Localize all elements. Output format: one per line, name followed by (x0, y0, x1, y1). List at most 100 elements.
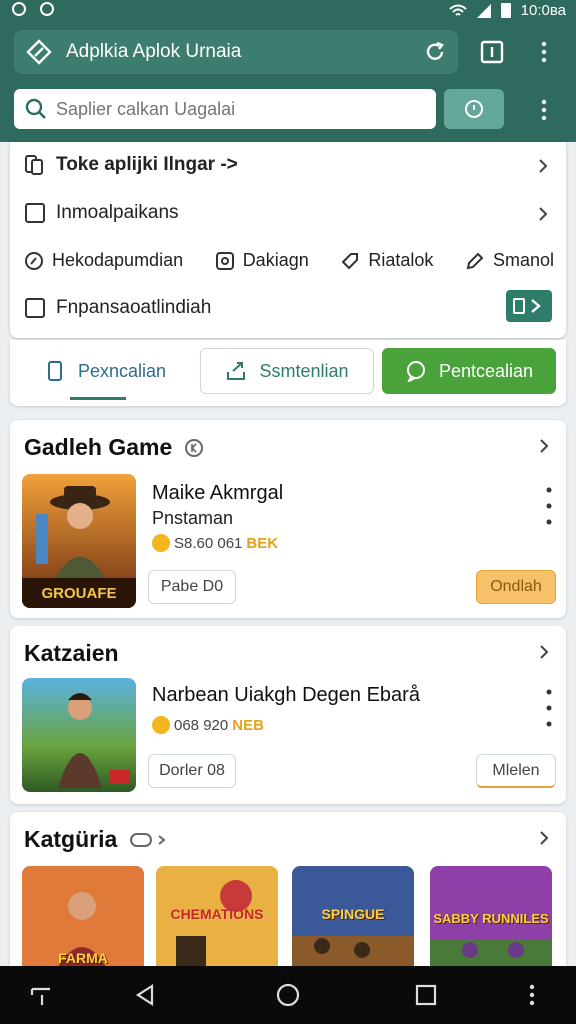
app-logo-icon (26, 39, 52, 65)
price-tag: NEB (232, 716, 264, 734)
system-nav-bar (0, 966, 576, 1024)
overview-icon[interactable] (414, 983, 438, 1007)
tab-3-label: Pentcealian (438, 360, 534, 381)
price-value: 068 920 (174, 716, 229, 734)
app-header: Adplkia Aplok Urnaia (0, 22, 576, 142)
chat-icon (406, 361, 425, 382)
active-tab-indicator (70, 397, 126, 400)
battery-icon (500, 3, 511, 18)
search-input[interactable] (56, 98, 416, 120)
chip-1[interactable]: Hekodapumdian (24, 250, 183, 271)
star-icon (152, 716, 170, 734)
go-button[interactable] (506, 290, 552, 322)
category-label: FARMA (58, 950, 108, 966)
menu-row-4-label: Fnpansaoatlindiah (56, 297, 212, 318)
section-title: Katzaien (24, 640, 119, 667)
section-title: Katgüria (24, 826, 169, 853)
menu-row-apps[interactable]: Toke aplijki Ilngar -> (24, 154, 238, 176)
checkbox-icon[interactable] (24, 202, 46, 224)
checkbox-icon[interactable] (24, 297, 46, 319)
price-value: S8.60 061 (174, 534, 243, 552)
more-options-icon[interactable] (546, 486, 552, 526)
home-icon[interactable] (276, 983, 300, 1007)
menu-row-2[interactable]: Inmoalpaikans (24, 202, 179, 224)
more-icon[interactable] (531, 39, 557, 65)
overflow-menu-icon[interactable] (531, 97, 557, 123)
primary-button[interactable]: Mlelen (476, 754, 556, 788)
signal-icon (476, 3, 491, 18)
chip-4[interactable]: Smanol (465, 250, 554, 271)
image-icon (215, 251, 234, 270)
notification-icon (12, 2, 26, 16)
category-game-card: Katzaien Narbean Uiakgh Degen Ebarå 068 … (10, 626, 566, 804)
chevron-right-icon[interactable] (536, 830, 552, 846)
tab-3[interactable]: Pentcealian (382, 348, 556, 394)
download-button[interactable]: Ondlah (476, 570, 556, 604)
chip-2-label: Dakiagn (242, 250, 309, 270)
secondary-button[interactable]: Pabe D0 (148, 570, 236, 604)
category-label: CHEMATIONS (170, 906, 264, 922)
category-art-image (156, 866, 278, 978)
section-2-title: Katzaien (24, 640, 119, 666)
tab-1[interactable]: Pexncalian (20, 348, 190, 400)
section-3-title: Katgüria (24, 826, 118, 852)
compass-icon (25, 251, 43, 270)
game-art-image (22, 678, 136, 792)
secondary-button[interactable]: Dorler 08 (148, 754, 236, 788)
filter-chips: Hekodapumdian Dakiagn Riatalok Smanol (24, 250, 554, 271)
tab-bar: Pexncalian Ssmtenlian Pentcealian (10, 340, 566, 406)
game-art-image: GROUAFE (22, 474, 136, 608)
category-tile-3[interactable]: SPINGUE (292, 866, 414, 978)
category-tile-2[interactable]: CHEMATIONS (156, 866, 278, 978)
more-options-icon[interactable] (546, 688, 552, 728)
search-bar (14, 89, 436, 129)
nav-more-icon[interactable] (520, 983, 544, 1007)
reload-icon[interactable] (422, 39, 448, 65)
recent-apps-icon[interactable] (30, 983, 54, 1007)
menu-row-4[interactable]: Fnpansaoatlindiah (24, 297, 211, 319)
menu-card: Toke aplijki Ilngar -> Inmoalpaikans Hek… (10, 142, 566, 338)
voice-search-button[interactable] (444, 89, 504, 129)
clock: 10:0ва (520, 2, 566, 19)
share-icon (227, 362, 246, 380)
tabs-icon[interactable] (479, 39, 505, 65)
search-icon (25, 98, 46, 119)
categories-card: Katgüria FARMA CHEMATIONS SPINGUE SABBY … (10, 812, 566, 982)
category-label: SABBY RUNNILES (433, 911, 549, 926)
featured-game-card: Gadleh Game GROUAFE Maike Akmrgal Pnstam… (10, 420, 566, 618)
phone-icon (47, 361, 62, 381)
category-label: SPINGUE (321, 906, 385, 922)
section-1-title: Gadleh Game (24, 434, 173, 460)
gamepad-icon (130, 832, 166, 847)
game-title: Maike Akmrgal (152, 482, 284, 504)
settings-notification-icon (40, 2, 54, 16)
game-price: 068 920 NEB (152, 716, 264, 734)
chevron-right-icon[interactable] (536, 644, 552, 660)
tab-2-label: Ssmtenlian (259, 360, 349, 381)
url-bar[interactable]: Adplkia Aplok Urnaia (14, 30, 458, 74)
category-tile-4[interactable]: SABBY RUNNILES (430, 866, 552, 978)
chip-2[interactable]: Dakiagn (215, 250, 309, 271)
chip-3-label: Riatalok (368, 250, 434, 270)
category-art-image (292, 866, 414, 978)
game-title: Narbean Uiakgh Degen Ebarå (152, 684, 420, 706)
apps-icon (25, 155, 43, 175)
chevron-right-icon[interactable] (536, 159, 550, 173)
game-thumbnail[interactable] (22, 678, 136, 792)
section-title: Gadleh Game (24, 434, 204, 461)
thumb-caption: GROUAFE (42, 585, 117, 602)
tab-2[interactable]: Ssmtenlian (200, 348, 374, 394)
url-title: Adplkia Aplok Urnaia (66, 41, 242, 62)
coin-icon (152, 534, 170, 552)
chevron-right-icon[interactable] (536, 207, 550, 221)
category-tile-1[interactable]: FARMA (22, 866, 144, 978)
chip-3[interactable]: Riatalok (340, 250, 433, 271)
chevron-right-icon[interactable] (536, 438, 552, 454)
tab-1-label: Pexncalian (77, 360, 167, 381)
menu-row-2-label: Inmoalpaikans (56, 202, 179, 223)
chip-1-label: Hekodapumdian (52, 250, 184, 270)
game-price: S8.60 061 BEK (152, 534, 278, 552)
back-icon[interactable] (134, 983, 158, 1007)
chip-4-label: Smanol (492, 250, 554, 270)
game-thumbnail[interactable]: GROUAFE (22, 474, 136, 608)
